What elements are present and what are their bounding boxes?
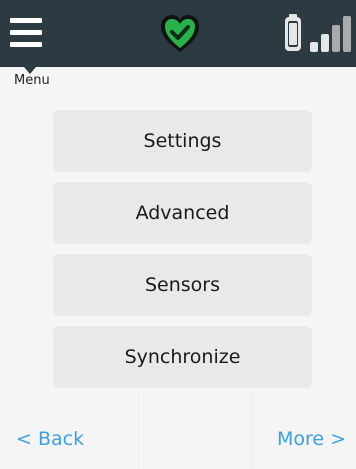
hamburger-line	[10, 18, 42, 23]
synchronize-button[interactable]: Synchronize	[53, 326, 312, 388]
divider	[138, 390, 139, 469]
more-link[interactable]: More >	[277, 428, 346, 450]
top-bar	[0, 0, 356, 67]
back-link[interactable]: < Back	[16, 428, 84, 450]
menu-label: Menu	[14, 73, 50, 88]
hamburger-menu-icon[interactable]	[10, 18, 42, 48]
heart-check-icon	[161, 15, 199, 52]
hamburger-line	[10, 30, 42, 35]
sensors-button[interactable]: Sensors	[53, 254, 312, 316]
divider	[252, 390, 253, 469]
battery-icon	[285, 14, 301, 51]
advanced-button[interactable]: Advanced	[53, 182, 312, 244]
hamburger-line	[10, 42, 42, 47]
signal-bars-icon	[310, 16, 351, 52]
settings-button[interactable]: Settings	[53, 110, 312, 172]
